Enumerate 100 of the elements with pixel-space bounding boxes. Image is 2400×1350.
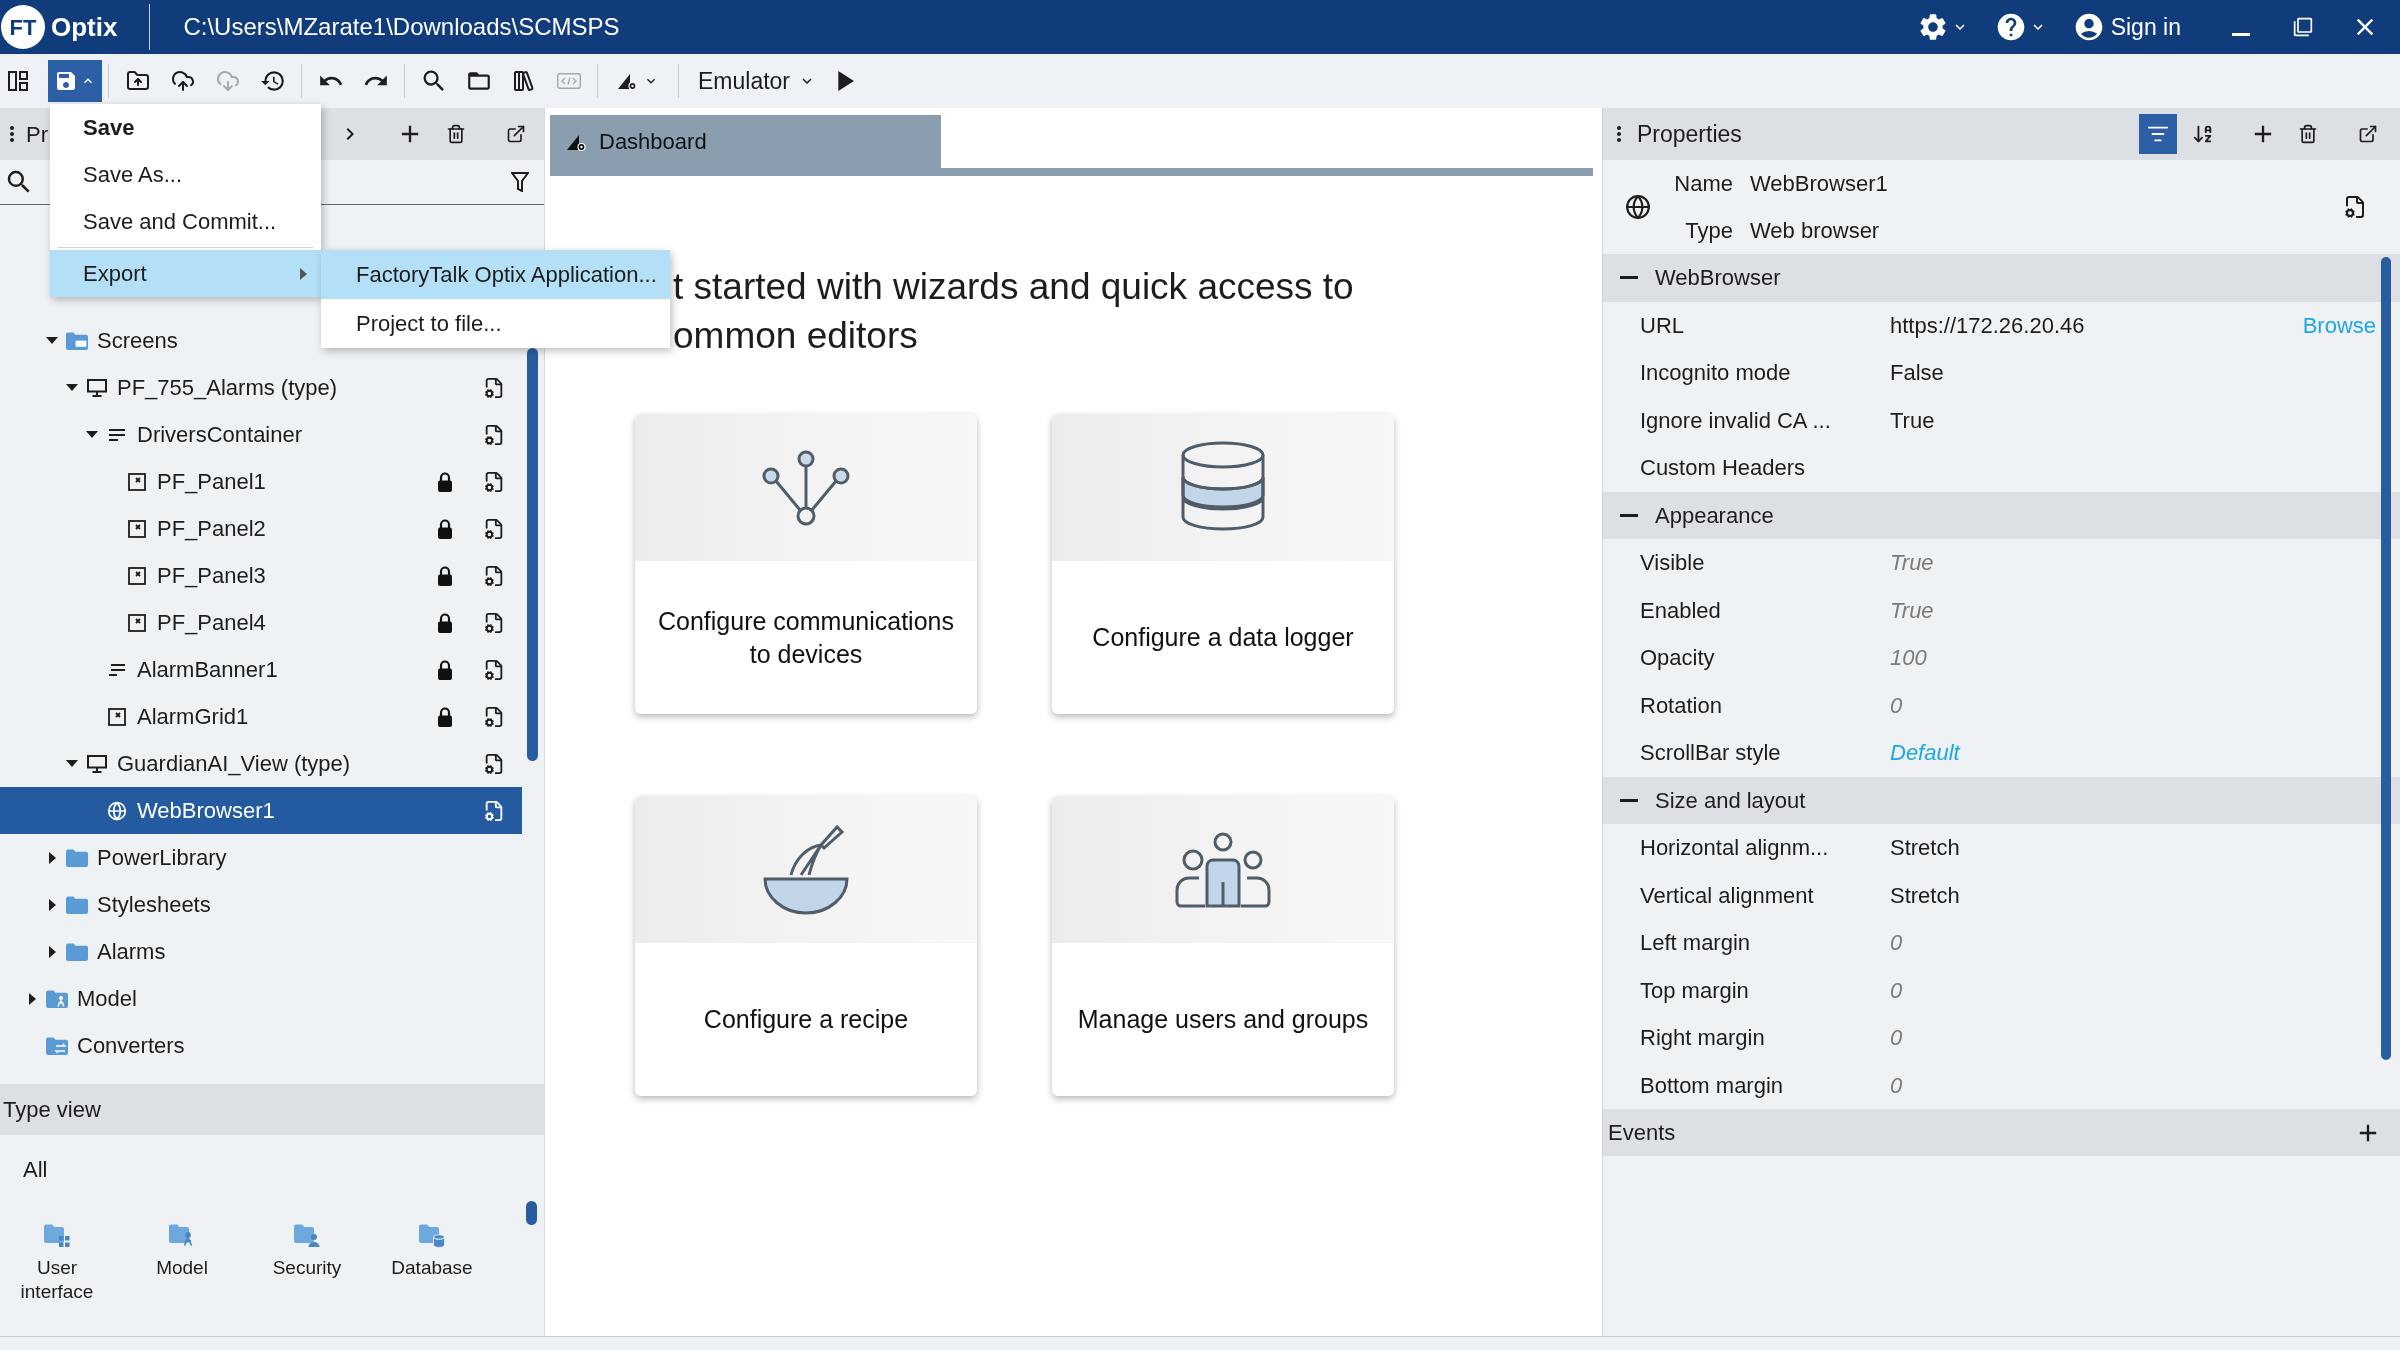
property-value[interactable]: 0: [1890, 688, 1903, 722]
property-label: Type: [1684, 217, 1733, 245]
property-value[interactable]: True: [1890, 403, 1935, 437]
menu-item[interactable]: Save As...: [50, 151, 321, 198]
caret-down-icon[interactable]: [66, 384, 78, 391]
folder-user-icon: [294, 1224, 320, 1248]
caret-right-icon[interactable]: [28, 992, 36, 1005]
tree-item[interactable]: PF_755_Alarms (type): [0, 364, 522, 411]
cloud-download-icon: [215, 69, 240, 93]
document-gear-icon[interactable]: [483, 705, 505, 728]
property-label: Visible: [1640, 549, 1706, 578]
list-icon: [109, 427, 125, 442]
property-value[interactable]: 100: [1890, 641, 1927, 675]
caret-right-icon[interactable]: [48, 851, 56, 864]
property-label: Right margin: [1640, 1024, 1766, 1053]
document-gear-icon[interactable]: [483, 799, 505, 822]
tree-item[interactable]: PF_Panel4: [0, 599, 522, 646]
document-gear-icon[interactable]: [483, 611, 505, 634]
tree-item[interactable]: AlarmBanner1: [0, 646, 522, 693]
popout-icon: [506, 124, 526, 144]
document-gear-icon[interactable]: [483, 564, 505, 587]
scrollbar-thumb[interactable]: [527, 348, 538, 761]
folder-icon: [66, 848, 88, 867]
tree-item[interactable]: Converters: [0, 1022, 522, 1069]
tree-item[interactable]: PF_Panel2: [0, 505, 522, 552]
property-value[interactable]: True: [1890, 546, 1934, 580]
property-value[interactable]: True: [1890, 593, 1934, 627]
folder-icon: [66, 942, 88, 961]
scrollbar-thumb[interactable]: [526, 1201, 537, 1225]
tree-item[interactable]: DriversContainer: [0, 411, 522, 458]
panel-title: Pr: [26, 120, 48, 149]
code-icon: [556, 73, 581, 89]
document-gear-icon[interactable]: [2343, 195, 2367, 219]
filter-label[interactable]: All: [23, 1153, 48, 1186]
caret-down-icon[interactable]: [86, 431, 98, 438]
tree-item[interactable]: GuardianAI_View (type): [0, 740, 522, 787]
folder-upload-icon: [125, 69, 150, 93]
caret-right-icon[interactable]: [48, 898, 56, 911]
type-item[interactable]: Security: [250, 1224, 364, 1304]
wizard-card[interactable]: Manage users and groups: [1052, 796, 1394, 1096]
property-value[interactable]: 0: [1890, 1068, 1903, 1102]
save-button[interactable]: [48, 60, 102, 102]
tree-item[interactable]: PF_Panel1: [0, 458, 522, 505]
history-icon: [259, 68, 286, 94]
type-item[interactable]: User interface: [0, 1224, 114, 1304]
menu-item[interactable]: Save and Commit...: [50, 198, 321, 245]
wizard-card[interactable]: Configure a recipe: [635, 796, 977, 1096]
layout-icon: [8, 71, 28, 91]
sign-in-button[interactable]: Sign in: [2068, 5, 2185, 49]
document-gear-icon[interactable]: [483, 470, 505, 493]
section-header[interactable]: Size and layout: [1603, 776, 2400, 824]
tree-item[interactable]: PF_Panel3: [0, 552, 522, 599]
property-value[interactable]: 0: [1890, 926, 1903, 960]
property-label: Incognito mode: [1640, 359, 1792, 388]
tree-item[interactable]: Alarms: [0, 928, 522, 975]
property-value[interactable]: Stretch: [1890, 831, 1960, 865]
document-gear-icon[interactable]: [483, 423, 505, 446]
tree-item[interactable]: PowerLibrary: [0, 834, 522, 881]
document-gear-icon[interactable]: [483, 658, 505, 681]
property-value[interactable]: 0: [1890, 1021, 1903, 1055]
caret-down-icon[interactable]: [46, 337, 58, 344]
tree-item[interactable]: WebBrowser1: [0, 787, 522, 834]
minus-icon: [1620, 513, 1638, 517]
document-gear-icon[interactable]: [483, 517, 505, 540]
minimize-icon: [2232, 32, 2250, 36]
type-item[interactable]: Database: [375, 1224, 489, 1304]
heading-text: t started with wizards and quick access to: [673, 265, 1354, 309]
caret-down-icon[interactable]: [66, 760, 78, 767]
menu-item[interactable]: Save: [50, 104, 321, 151]
window-icon: [108, 707, 126, 726]
document-gear-icon[interactable]: [483, 752, 505, 775]
tree-item[interactable]: AlarmGrid1: [0, 693, 522, 740]
wizard-card[interactable]: Configure a data logger: [1052, 414, 1394, 714]
caret-right-icon[interactable]: [48, 945, 56, 958]
property-value[interactable]: Stretch: [1890, 878, 1960, 912]
categorized-view-button[interactable]: [2139, 114, 2177, 154]
menu-item[interactable]: Project to file...: [321, 299, 670, 348]
wizard-card[interactable]: Configure communications to devices: [635, 414, 977, 714]
property-value[interactable]: False: [1890, 356, 1944, 390]
property-label: Opacity: [1640, 644, 1716, 673]
property-value[interactable]: 0: [1890, 973, 1903, 1007]
property-label: Bottom margin: [1640, 1071, 1785, 1100]
section-header[interactable]: Appearance: [1603, 491, 2400, 539]
document-gear-icon[interactable]: [483, 376, 505, 399]
scrollbar-thumb[interactable]: [2381, 257, 2391, 1060]
folder-grid-icon: [44, 1224, 70, 1248]
section-header[interactable]: WebBrowser: [1603, 254, 2400, 302]
property-label: Enabled: [1640, 596, 1722, 625]
property-value[interactable]: https://172.26.20.46: [1890, 308, 2085, 342]
tree-item[interactable]: Stylesheets: [0, 881, 522, 928]
minus-icon: [1620, 276, 1638, 280]
type-item[interactable]: Model: [125, 1224, 239, 1304]
folder-person-icon: [46, 989, 68, 1008]
menu-item[interactable]: Export: [50, 250, 321, 297]
tab[interactable]: Dashboard: [550, 115, 941, 168]
tree-item[interactable]: Model: [0, 975, 522, 1022]
property-label: Ignore invalid CA ...: [1640, 406, 1832, 435]
filter-icon: [511, 172, 529, 192]
menu-item[interactable]: FactoryTalk Optix Application...: [321, 250, 670, 299]
target-dropdown[interactable]: Emulator: [689, 60, 826, 102]
